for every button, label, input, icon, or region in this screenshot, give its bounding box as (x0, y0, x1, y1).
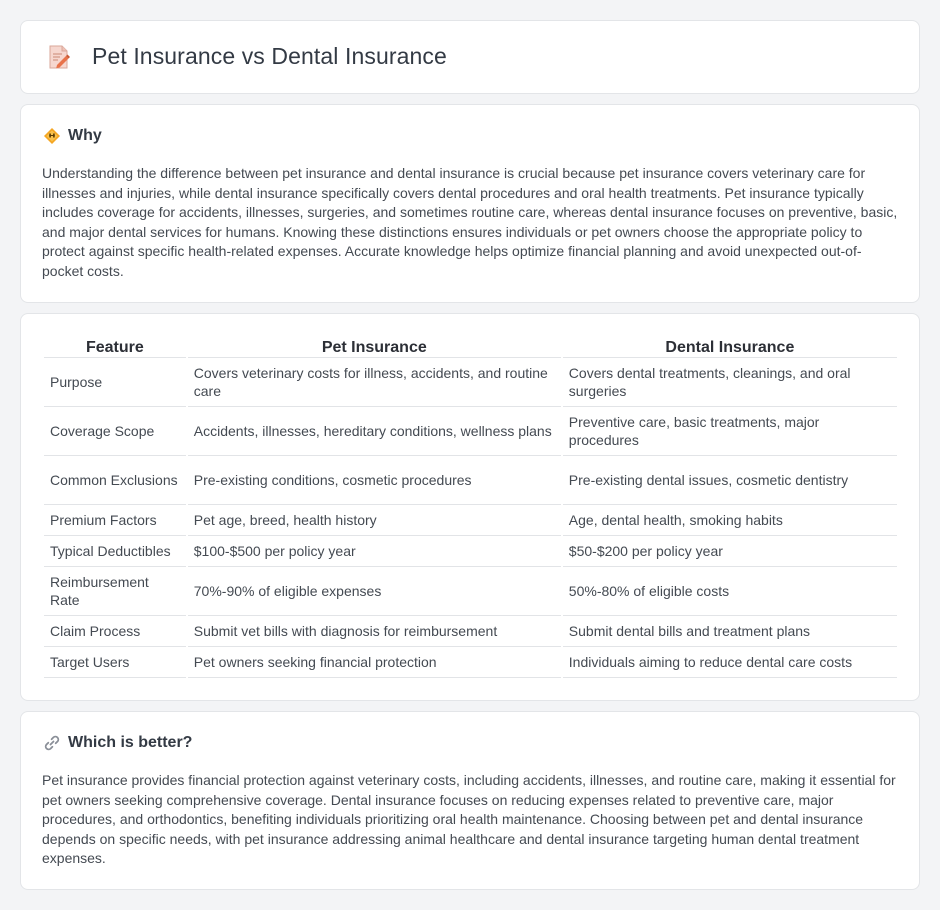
feature-cell: Coverage Scope (44, 407, 186, 456)
feature-cell: Claim Process (44, 616, 186, 647)
dental-insurance-cell: Age, dental health, smoking habits (562, 505, 897, 536)
which-is-better-card: Which is better? Pet insurance provides … (20, 711, 920, 890)
header-row: Pet Insurance vs Dental Insurance (47, 43, 447, 70)
header-card: Pet Insurance vs Dental Insurance (20, 20, 920, 94)
dental-insurance-cell: Individuals aiming to reduce dental care… (562, 647, 897, 678)
dental-insurance-cell: 50%-80% of eligible costs (562, 567, 897, 616)
better-title: Which is better? (68, 734, 193, 751)
why-heading: Why (43, 127, 102, 145)
dental-insurance-cell: Submit dental bills and treatment plans (562, 616, 897, 647)
comparison-card: Feature Pet Insurance Dental Insurance P… (20, 313, 920, 701)
feature-cell: Purpose (44, 358, 186, 407)
column-header: Dental Insurance (562, 336, 897, 358)
better-body: Pet insurance provides financial protect… (42, 772, 896, 866)
why-body: Understanding the difference between pet… (42, 165, 898, 279)
dental-insurance-cell: Covers dental treatments, cleanings, and… (562, 358, 897, 407)
dental-insurance-cell: Pre-existing dental issues, cosmetic den… (562, 456, 897, 505)
table-row: Purpose Covers veterinary costs for illn… (44, 358, 897, 407)
table-header-row: Feature Pet Insurance Dental Insurance (44, 336, 897, 358)
pet-insurance-cell: Accidents, illnesses, hereditary conditi… (187, 407, 561, 456)
better-heading: Which is better? (43, 734, 192, 752)
pet-insurance-cell: Pet age, breed, health history (187, 505, 561, 536)
link-icon (44, 735, 60, 751)
pet-insurance-cell: Pet owners seeking financial protection (187, 647, 561, 678)
feature-cell: Target Users (44, 647, 186, 678)
feature-cell: Reimbursement Rate (44, 567, 186, 616)
column-header: Pet Insurance (187, 336, 561, 358)
dental-insurance-cell: Preventive care, basic treatments, major… (562, 407, 897, 456)
table-row: Reimbursement Rate 70%-90% of eligible e… (44, 567, 897, 616)
document-pencil-icon (49, 45, 70, 68)
page-title: Pet Insurance vs Dental Insurance (92, 43, 447, 69)
table-row: Common Exclusions Pre-existing condition… (44, 456, 897, 505)
feature-cell: Common Exclusions (44, 456, 186, 505)
feature-cell: Typical Deductibles (44, 536, 186, 567)
column-header: Feature (44, 336, 186, 358)
table-row: Typical Deductibles $100-$500 per policy… (44, 536, 897, 567)
table-row: Claim Process Submit vet bills with diag… (44, 616, 897, 647)
feature-cell: Premium Factors (44, 505, 186, 536)
pet-insurance-cell: 70%-90% of eligible expenses (187, 567, 561, 616)
pet-insurance-cell: $100-$500 per policy year (187, 536, 561, 567)
diamond-warning-icon (44, 128, 60, 144)
dental-insurance-cell: $50-$200 per policy year (562, 536, 897, 567)
table-row: Premium Factors Pet age, breed, health h… (44, 505, 897, 536)
table-row: Target Users Pet owners seeking financia… (44, 647, 897, 678)
pet-insurance-cell: Pre-existing conditions, cosmetic proced… (187, 456, 561, 505)
pet-insurance-cell: Covers veterinary costs for illness, acc… (187, 358, 561, 407)
comparison-table: Feature Pet Insurance Dental Insurance P… (42, 336, 899, 678)
pet-insurance-cell: Submit vet bills with diagnosis for reim… (187, 616, 561, 647)
table-row: Coverage Scope Accidents, illnesses, her… (44, 407, 897, 456)
why-title: Why (68, 127, 102, 144)
why-card: Why Understanding the difference between… (20, 104, 920, 303)
